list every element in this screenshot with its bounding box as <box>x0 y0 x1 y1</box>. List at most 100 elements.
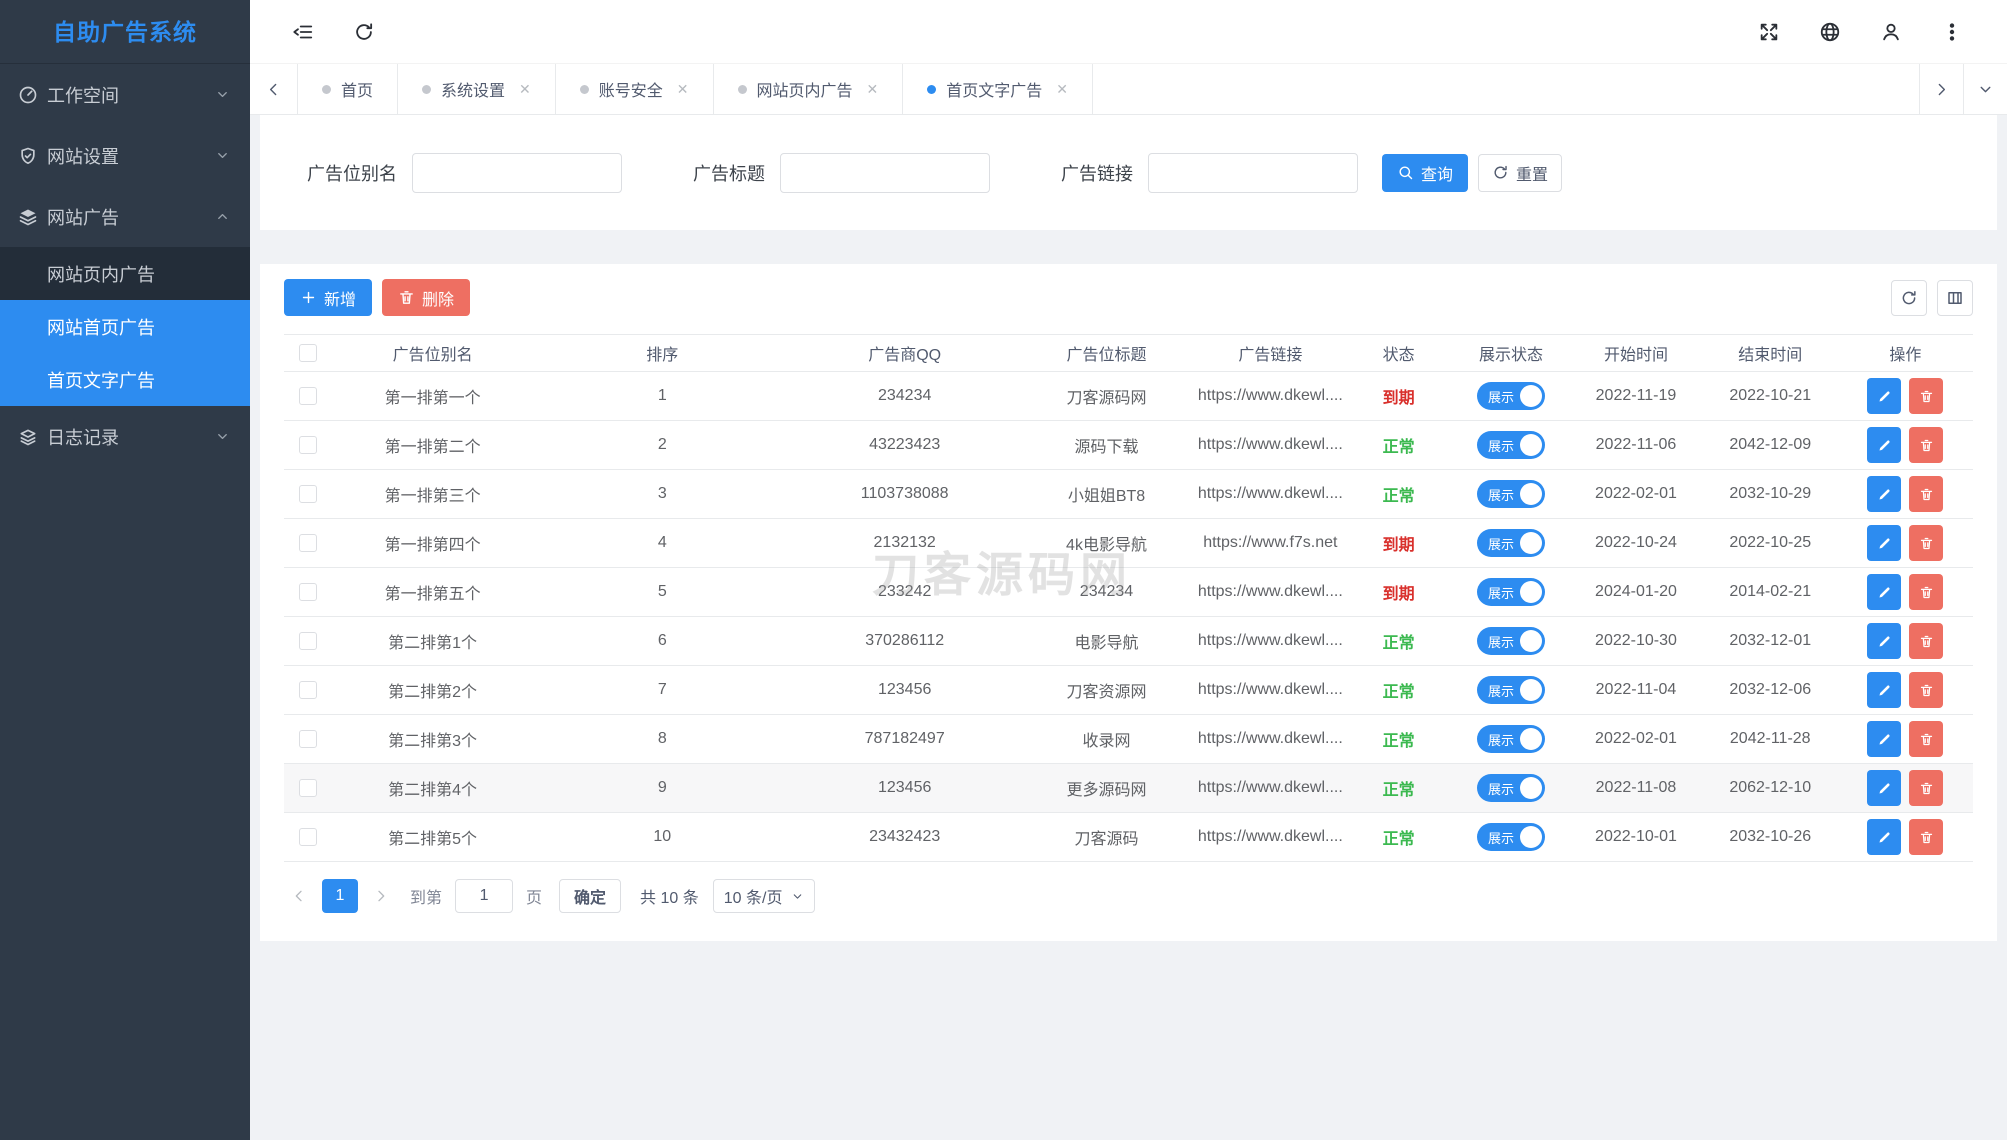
reset-button[interactable]: 重置 <box>1478 154 1562 192</box>
close-icon[interactable]: ✕ <box>519 81 531 98</box>
tabs-scroll-right-button[interactable] <box>1919 64 1963 114</box>
ad-title-input[interactable] <box>780 153 990 193</box>
user-icon[interactable] <box>1880 21 1902 43</box>
close-icon[interactable]: ✕ <box>1056 81 1068 98</box>
row-checkbox[interactable] <box>299 583 317 601</box>
cell-ad-alias: 第一排第一个 <box>333 384 532 408</box>
per-page-select[interactable]: 10 条/页 <box>713 879 816 913</box>
add-button[interactable]: 新增 <box>284 279 372 316</box>
sidebar-item-logs[interactable]: 日志记录 <box>0 406 250 467</box>
cell-start-time: 2022-10-01 <box>1569 828 1702 846</box>
sidebar-item-homepage-text-ads[interactable]: 首页文字广告 <box>0 353 250 406</box>
delete-row-button[interactable] <box>1909 770 1943 806</box>
row-checkbox[interactable] <box>299 534 317 552</box>
status-badge: 到期 <box>1383 531 1415 555</box>
tab-inpage-ads[interactable]: 网站页内广告 ✕ <box>714 64 904 114</box>
query-button[interactable]: 查询 <box>1382 154 1468 192</box>
display-toggle[interactable]: 展示 <box>1477 431 1545 459</box>
cell-ad-title: 刀客源码网 <box>1017 384 1196 408</box>
display-toggle[interactable]: 展示 <box>1477 480 1545 508</box>
more-icon[interactable] <box>1941 21 1963 43</box>
delete-row-button[interactable] <box>1909 623 1943 659</box>
tabs-scroll-left-button[interactable] <box>250 64 298 114</box>
goto-confirm-button[interactable]: 确定 <box>559 879 621 913</box>
delete-row-button[interactable] <box>1909 721 1943 757</box>
cell-advertiser-qq: 2132132 <box>792 534 1017 552</box>
pencil-icon <box>1877 732 1892 747</box>
ad-link-input[interactable] <box>1148 153 1358 193</box>
delete-row-button[interactable] <box>1909 525 1943 561</box>
fullscreen-icon[interactable] <box>1758 21 1780 43</box>
sidebar-item-inpage-ads[interactable]: 网站页内广告 <box>0 247 250 300</box>
page-number-button[interactable]: 1 <box>322 879 358 913</box>
delete-row-button[interactable] <box>1909 819 1943 855</box>
status-badge: 正常 <box>1383 776 1415 800</box>
delete-button-label: 删除 <box>422 286 454 310</box>
tab-system-settings[interactable]: 系统设置 ✕ <box>398 64 556 114</box>
display-toggle[interactable]: 展示 <box>1477 529 1545 557</box>
close-icon[interactable]: ✕ <box>867 81 879 98</box>
display-toggle[interactable]: 展示 <box>1477 382 1545 410</box>
column-header: 广告位标题 <box>1017 341 1196 365</box>
row-checkbox[interactable] <box>299 681 317 699</box>
next-page-button[interactable] <box>366 879 396 913</box>
collapse-menu-icon[interactable] <box>292 21 314 43</box>
row-checkbox[interactable] <box>299 779 317 797</box>
delete-row-button[interactable] <box>1909 427 1943 463</box>
delete-row-button[interactable] <box>1909 476 1943 512</box>
sidebar-item-homepage-ads[interactable]: 网站首页广告 <box>0 300 250 353</box>
display-toggle[interactable]: 展示 <box>1477 627 1545 655</box>
row-checkbox[interactable] <box>299 730 317 748</box>
display-toggle[interactable]: 展示 <box>1477 676 1545 704</box>
edit-row-button[interactable] <box>1867 378 1901 414</box>
edit-row-button[interactable] <box>1867 525 1901 561</box>
row-checkbox[interactable] <box>299 485 317 503</box>
close-icon[interactable]: ✕ <box>677 81 689 98</box>
sidebar-item-site-settings[interactable]: 网站设置 <box>0 125 250 186</box>
row-checkbox[interactable] <box>299 387 317 405</box>
row-checkbox[interactable] <box>299 828 317 846</box>
edit-row-button[interactable] <box>1867 476 1901 512</box>
display-toggle[interactable]: 展示 <box>1477 725 1545 753</box>
edit-row-button[interactable] <box>1867 574 1901 610</box>
pencil-icon <box>1877 781 1892 796</box>
column-header: 广告商QQ <box>792 341 1017 365</box>
select-all-checkbox[interactable] <box>299 344 317 362</box>
refresh-icon[interactable] <box>353 21 375 43</box>
delete-row-button[interactable] <box>1909 378 1943 414</box>
ad-alias-input[interactable] <box>412 153 622 193</box>
tab-account-security[interactable]: 账号安全 ✕ <box>556 64 714 114</box>
delete-row-button[interactable] <box>1909 672 1943 708</box>
bulk-delete-button[interactable]: 删除 <box>382 279 470 316</box>
pencil-icon <box>1877 438 1892 453</box>
display-toggle[interactable]: 展示 <box>1477 823 1545 851</box>
row-checkbox[interactable] <box>299 436 317 454</box>
edit-row-button[interactable] <box>1867 721 1901 757</box>
cell-end-time: 2062-12-10 <box>1703 779 1838 797</box>
display-toggle[interactable]: 展示 <box>1477 578 1545 606</box>
edit-row-button[interactable] <box>1867 819 1901 855</box>
trash-icon <box>1919 634 1934 649</box>
prev-page-button[interactable] <box>284 879 314 913</box>
cell-ad-alias: 第一排第五个 <box>333 580 532 604</box>
edit-row-button[interactable] <box>1867 623 1901 659</box>
tabs-menu-button[interactable] <box>1963 64 2007 114</box>
sidebar-item-site-ads[interactable]: 网站广告 <box>0 186 250 247</box>
cell-ad-link: https://www.dkewl.... <box>1196 632 1345 650</box>
table-refresh-button[interactable] <box>1891 280 1927 316</box>
row-checkbox[interactable] <box>299 632 317 650</box>
edit-row-button[interactable] <box>1867 672 1901 708</box>
edit-row-button[interactable] <box>1867 770 1901 806</box>
cell-advertiser-qq: 233242 <box>792 583 1017 601</box>
globe-icon[interactable] <box>1819 21 1841 43</box>
goto-page-input[interactable] <box>455 879 513 913</box>
tab-homepage-text-ads[interactable]: 首页文字广告 ✕ <box>903 64 1093 114</box>
sidebar-item-workspace[interactable]: 工作空间 <box>0 64 250 125</box>
sidebar-subitem-label: 网站页内广告 <box>47 261 155 287</box>
edit-row-button[interactable] <box>1867 427 1901 463</box>
display-toggle[interactable]: 展示 <box>1477 774 1545 802</box>
delete-row-button[interactable] <box>1909 574 1943 610</box>
tab-home[interactable]: 首页 <box>298 64 398 114</box>
column-settings-button[interactable] <box>1937 280 1973 316</box>
cell-ad-title: 电影导航 <box>1017 629 1196 653</box>
